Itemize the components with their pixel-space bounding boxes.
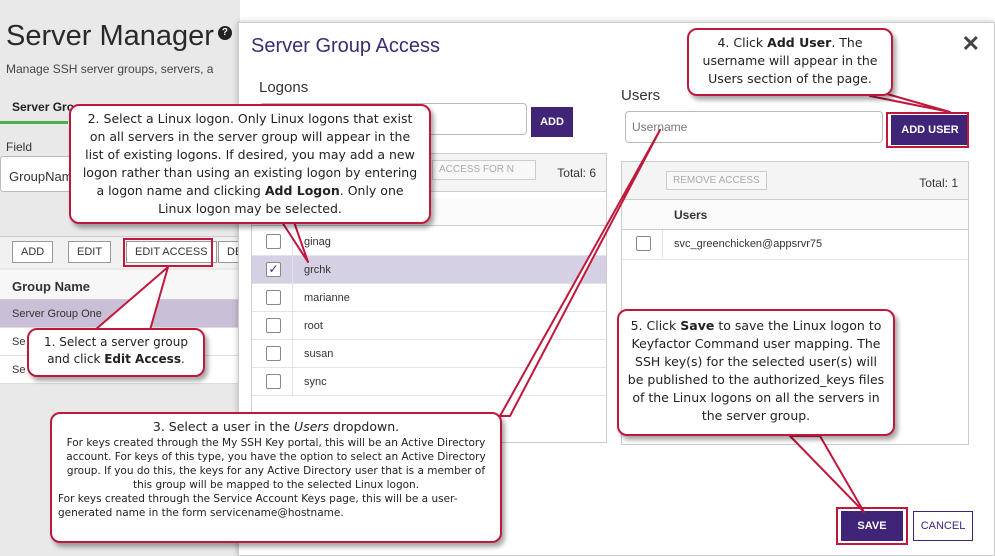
list-item[interactable]: marianne [252, 284, 606, 312]
callout-bold: Add Logon [264, 183, 340, 198]
users-column-header[interactable]: Users [674, 208, 707, 222]
logon-name: marianne [304, 292, 350, 304]
list-item[interactable]: susan [252, 340, 606, 368]
column-divider [662, 230, 663, 258]
callout-step-1: 1. Select a server group and click Edit … [27, 328, 205, 377]
callout-bold: Add User [767, 35, 832, 50]
users-header: Users [622, 200, 968, 230]
add-logon-button[interactable]: ADD [531, 107, 573, 137]
checkbox[interactable] [266, 234, 281, 249]
grid-header-group-name[interactable]: Group Name [0, 270, 240, 300]
logons-total: Total: 6 [557, 166, 596, 180]
field-label: Field [6, 140, 33, 154]
list-item[interactable]: ✓ grchk [252, 256, 606, 284]
column-divider [292, 228, 293, 256]
callout-bold: Edit Access [104, 352, 181, 366]
callout-step-3: 3. Select a user in the Users dropdown. … [50, 412, 502, 543]
callout-text: and click [47, 352, 105, 366]
users-total: Total: 1 [919, 176, 958, 190]
callout-bold: Save [680, 318, 715, 333]
access-for-new-button[interactable]: ACCESS FOR N [432, 160, 536, 180]
checkbox[interactable] [266, 346, 281, 361]
callout-text: For keys created through the My SSH Key … [66, 437, 486, 491]
logon-name: sync [304, 376, 327, 388]
callout-text: to save the Linux logon to Keyfactor Com… [627, 318, 885, 423]
checkbox[interactable] [266, 290, 281, 305]
callout-heading: 3. Select a user in the Users dropdown. [152, 419, 400, 434]
callout-text: For keys created through the Service Acc… [58, 493, 458, 519]
logon-name: ginag [304, 236, 331, 248]
save-highlight [836, 507, 908, 545]
checkbox[interactable] [636, 236, 651, 251]
tab-server-groups[interactable]: Server Gro [12, 100, 74, 114]
list-item[interactable]: root [252, 312, 606, 340]
callout-text: 5. Click [630, 318, 681, 333]
checkbox[interactable] [266, 318, 281, 333]
active-tab-indicator [0, 121, 68, 124]
page-subtitle: Manage SSH server groups, servers, a [6, 62, 214, 76]
logons-label: Logons [259, 79, 309, 96]
users-toolbar: REMOVE ACCESS Total: 1 [622, 162, 968, 200]
column-divider [292, 340, 293, 368]
edit-button[interactable]: EDIT [68, 241, 112, 263]
callout-step-5: 5. Click Save to save the Linux logon to… [617, 309, 895, 436]
help-icon[interactable]: ? [217, 26, 232, 40]
add-button[interactable]: ADD [12, 241, 54, 263]
column-divider [292, 284, 293, 312]
logon-name: grchk [304, 264, 331, 276]
cancel-button[interactable]: CANCEL [913, 511, 973, 541]
callout-text: . [180, 352, 185, 366]
add-user-highlight [886, 112, 969, 148]
logon-name: root [304, 320, 323, 332]
logon-name: susan [304, 348, 334, 360]
column-divider [292, 312, 293, 340]
username-input[interactable]: Username [625, 111, 883, 143]
callout-text: 1. Select a server group [44, 335, 188, 349]
users-label: Users [621, 87, 661, 104]
checkmark-icon[interactable]: ✓ [266, 262, 281, 277]
callout-step-2: 2. Select a Linux logon. Only Linux logo… [69, 104, 431, 224]
page-title: Server Manager? [6, 20, 232, 53]
column-divider [292, 256, 293, 284]
callout-step-4: 4. Click Add User. The username will app… [687, 28, 893, 96]
list-item[interactable]: sync [252, 368, 606, 396]
edit-access-highlight [123, 238, 213, 267]
user-name: svc_greenchicken@appsrvr75 [674, 238, 823, 250]
callout-text: 4. Click [717, 35, 768, 50]
remove-access-button[interactable]: REMOVE ACCESS [666, 171, 767, 190]
table-row[interactable]: Server Group One [0, 300, 240, 328]
checkbox[interactable] [266, 374, 281, 389]
list-item[interactable]: svc_greenchicken@appsrvr75 [622, 230, 968, 260]
column-divider [292, 368, 293, 396]
close-icon[interactable]: ✕ [962, 31, 980, 57]
callout-italic: Users [294, 419, 330, 434]
list-item[interactable]: ginag [252, 228, 606, 256]
dialog-title: Server Group Access [251, 35, 440, 57]
